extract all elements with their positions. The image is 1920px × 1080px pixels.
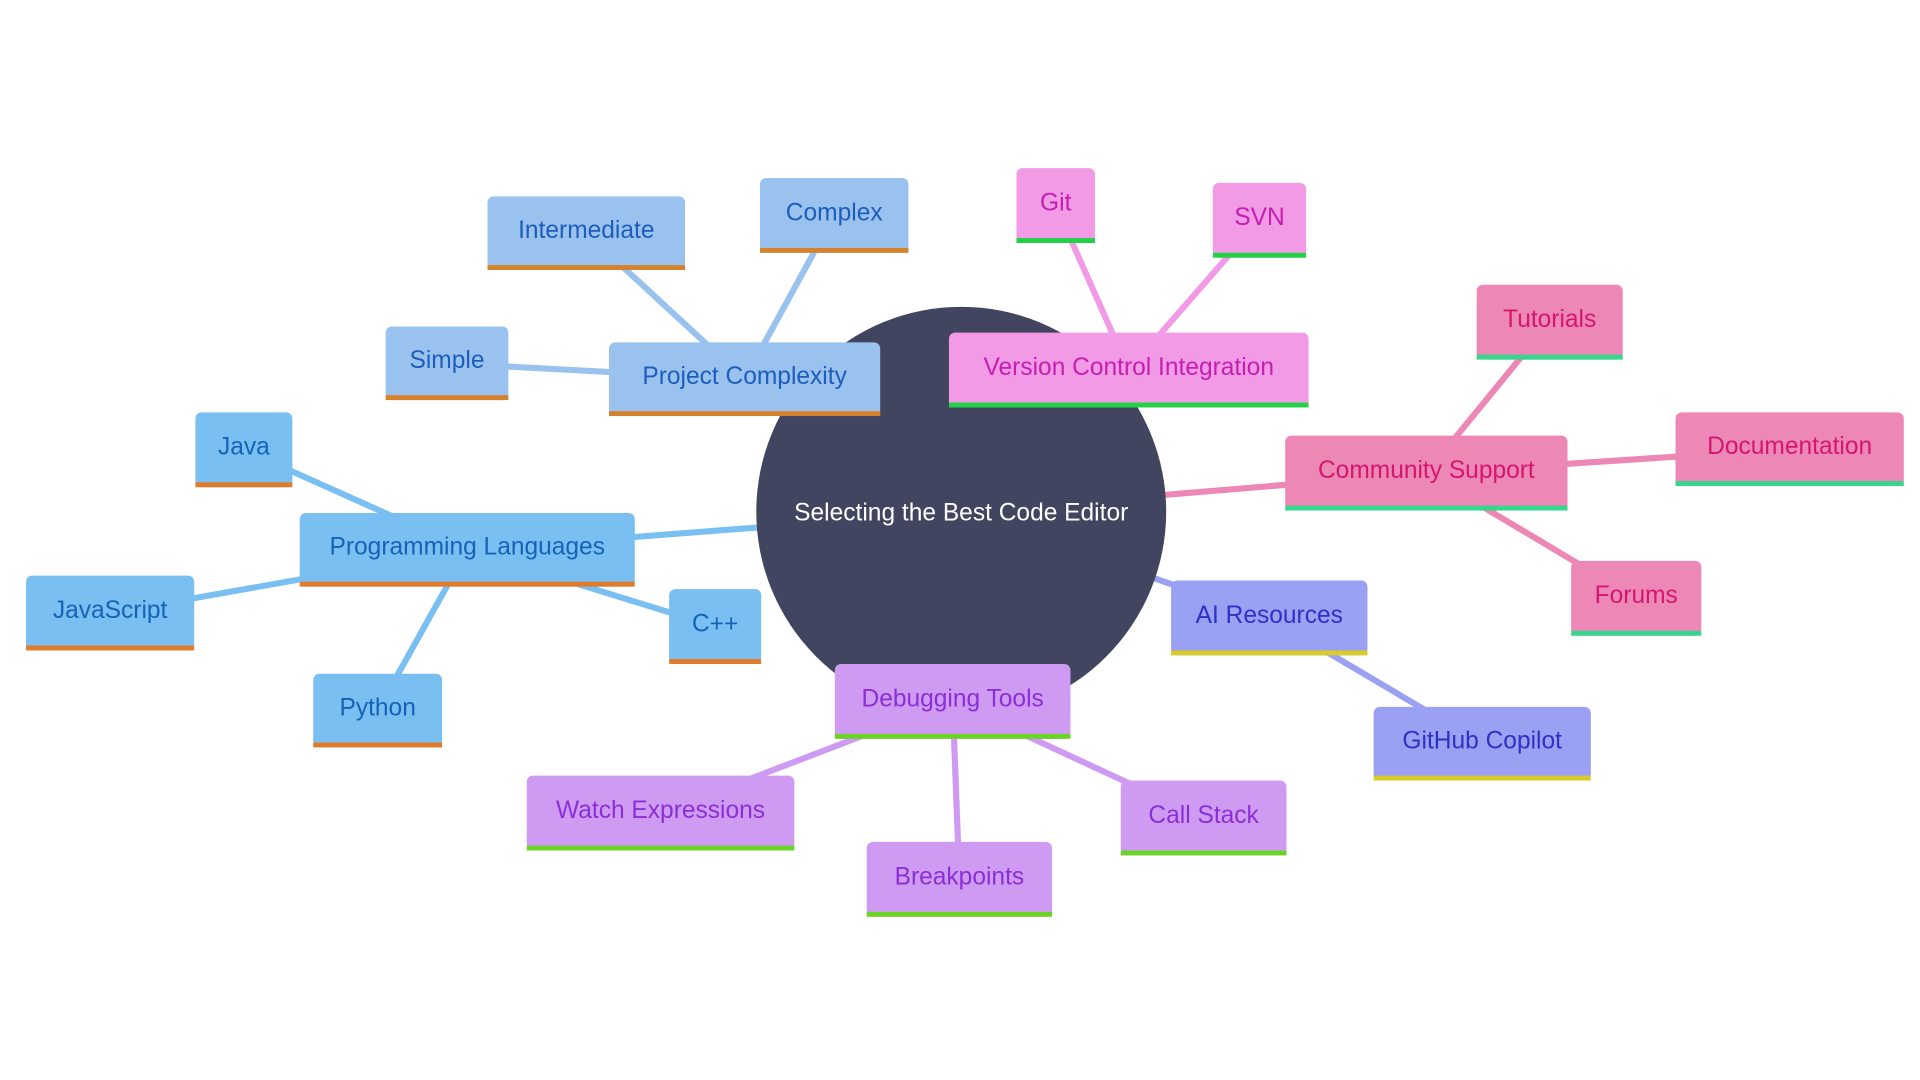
leaf-node-breakpoints-accent-bar (866, 911, 1053, 917)
leaf-node-watch-expressions[interactable]: Watch Expressions (526, 775, 795, 851)
leaf-node-forums[interactable]: Forums (1571, 560, 1702, 636)
leaf-node-forums-label: Forums (1595, 582, 1678, 609)
leaf-node-python[interactable]: Python (313, 673, 443, 748)
leaf-node-intermediate[interactable]: Intermediate (487, 196, 686, 270)
branch-node-version-control-integration[interactable]: Version Control Integration (948, 332, 1309, 408)
leaf-node-github-copilot-label: GitHub Copilot (1402, 728, 1562, 755)
branch-node-debugging-tools[interactable]: Debugging Tools (834, 663, 1071, 739)
branch-node-project-complexity-label: Project Complexity (642, 363, 847, 390)
leaf-node-intermediate-label: Intermediate (518, 217, 654, 244)
branch-node-community-support-accent-bar (1285, 505, 1568, 511)
leaf-node-breakpoints[interactable]: Breakpoints (866, 841, 1053, 917)
leaf-node-github-copilot-accent-bar (1373, 775, 1591, 781)
branch-node-ai-resources[interactable]: AI Resources (1171, 580, 1368, 656)
leaf-node-simple-accent-bar (385, 395, 509, 401)
leaf-node-javascript-label: JavaScript (53, 597, 168, 624)
leaf-node-c[interactable]: C++ (669, 589, 762, 664)
leaf-node-svn-label: SVN (1234, 204, 1284, 231)
leaf-node-forums-accent-bar (1571, 630, 1702, 636)
branch-node-project-complexity[interactable]: Project Complexity (609, 342, 881, 417)
leaf-node-tutorials[interactable]: Tutorials (1476, 284, 1623, 360)
leaf-node-simple-label: Simple (410, 347, 485, 374)
branch-node-programming-languages[interactable]: Programming Languages (299, 513, 635, 587)
branch-node-community-support-label: Community Support (1318, 457, 1535, 484)
leaf-node-call-stack-label: Call Stack (1148, 802, 1259, 829)
leaf-node-complex[interactable]: Complex (759, 177, 909, 253)
mindmap-canvas: Selecting the Best Code Editor Project C… (26, 168, 1904, 917)
leaf-node-github-copilot[interactable]: GitHub Copilot (1373, 706, 1591, 781)
leaf-node-git[interactable]: Git (1016, 168, 1095, 243)
leaf-node-python-label: Python (339, 694, 415, 721)
leaf-node-tutorials-label: Tutorials (1503, 306, 1596, 333)
root-node-label: Selecting the Best Code Editor (794, 499, 1128, 526)
branch-node-debugging-tools-label: Debugging Tools (861, 685, 1043, 712)
leaf-node-watch-expressions-label: Watch Expressions (556, 797, 765, 824)
branch-node-project-complexity-accent-bar (609, 411, 881, 417)
leaf-node-java-label: Java (218, 434, 270, 461)
leaf-node-intermediate-accent-bar (487, 265, 686, 270)
leaf-node-javascript[interactable]: JavaScript (26, 575, 195, 651)
leaf-node-svn[interactable]: SVN (1212, 182, 1307, 258)
leaf-node-svn-accent-bar (1212, 252, 1307, 258)
branch-node-programming-languages-accent-bar (299, 581, 635, 587)
leaf-node-c-label: C++ (692, 610, 738, 637)
branch-node-ai-resources-label: AI Resources (1196, 602, 1343, 629)
leaf-node-git-accent-bar (1016, 238, 1095, 243)
branch-node-version-control-integration-label: Version Control Integration (984, 354, 1274, 381)
leaf-node-simple[interactable]: Simple (385, 326, 509, 401)
leaf-node-tutorials-accent-bar (1476, 354, 1623, 360)
leaf-node-javascript-accent-bar (26, 645, 195, 651)
leaf-node-git-label: Git (1040, 189, 1072, 216)
leaf-node-call-stack-accent-bar (1120, 850, 1287, 856)
leaf-node-watch-expressions-accent-bar (526, 845, 795, 851)
branch-node-programming-languages-label: Programming Languages (330, 534, 605, 561)
leaf-node-python-accent-bar (313, 742, 443, 748)
branch-node-version-control-integration-accent-bar (948, 402, 1309, 408)
leaf-node-c-accent-bar (669, 659, 762, 664)
leaf-node-breakpoints-label: Breakpoints (895, 863, 1025, 890)
branch-node-community-support[interactable]: Community Support (1285, 435, 1568, 511)
leaf-node-documentation[interactable]: Documentation (1675, 412, 1904, 486)
leaf-node-documentation-label: Documentation (1707, 433, 1872, 460)
branch-node-ai-resources-accent-bar (1171, 650, 1368, 656)
leaf-node-java-accent-bar (195, 482, 293, 488)
leaf-node-complex-accent-bar (759, 247, 909, 253)
leaf-node-call-stack[interactable]: Call Stack (1120, 780, 1287, 856)
leaf-node-java[interactable]: Java (195, 412, 293, 488)
branch-node-debugging-tools-accent-bar (834, 733, 1071, 739)
leaf-node-documentation-accent-bar (1675, 481, 1904, 486)
leaf-node-complex-label: Complex (786, 199, 883, 226)
